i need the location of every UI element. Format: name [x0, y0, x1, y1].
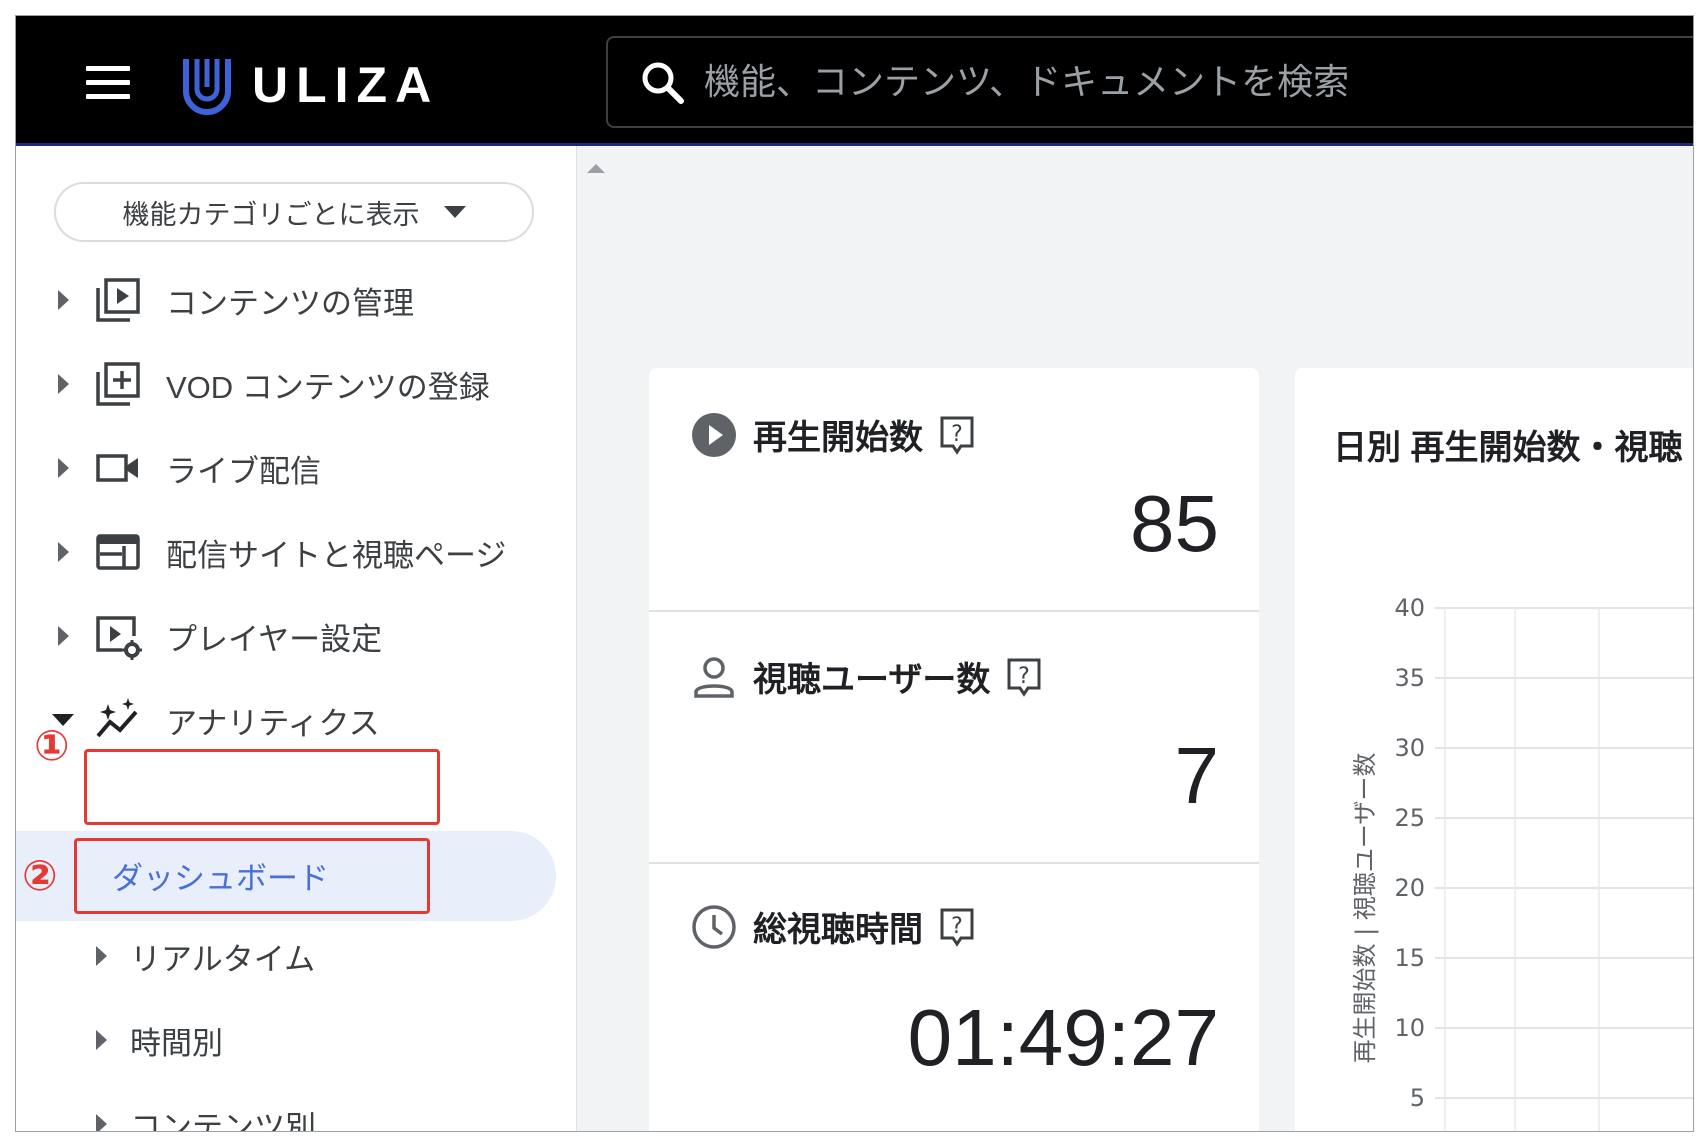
- sidebar-item-content-management[interactable]: コンテンツの管理: [16, 264, 576, 336]
- stat-header: 視聴ユーザー数 ?: [691, 652, 1042, 701]
- sidebar-subitem-label: コンテンツ別: [130, 1109, 316, 1132]
- annotation-box-dashboard: [74, 838, 430, 914]
- sidebar-subitem-hourly[interactable]: 時間別: [16, 1004, 576, 1076]
- sidebar-item-label: プレイヤー設定: [166, 621, 383, 657]
- chart-y-tick-label: 20: [1394, 874, 1425, 902]
- stat-play-starts: 再生開始数 ? 85: [649, 368, 1259, 612]
- category-view-select[interactable]: 機能カテゴリごとに表示: [54, 182, 534, 242]
- sidebar-subitem-label: リアルタイム: [130, 941, 316, 977]
- sidebar-item-analytics[interactable]: アナリティクス: [16, 684, 576, 756]
- search-bar[interactable]: [606, 36, 1693, 128]
- annotation-box-analytics: [84, 749, 440, 825]
- chevron-right-icon: [96, 946, 107, 966]
- uliza-logo-icon: [183, 59, 231, 115]
- stat-value: 01:49:27: [907, 993, 1219, 1082]
- caret-down-icon: [443, 206, 466, 218]
- sidebar-item-label: アナリティクス: [166, 705, 380, 741]
- help-icon[interactable]: ?: [939, 415, 975, 455]
- chart-y-axis-label: 再生開始数 | 視聴ユーザー数: [1351, 753, 1379, 1064]
- category-select-label: 機能カテゴリごとに表示: [122, 199, 420, 230]
- sidebar-subitem-label: 時間別: [130, 1025, 223, 1061]
- sidebar-subitem-realtime[interactable]: リアルタイム: [16, 920, 576, 992]
- sidebar-scrollbar[interactable]: [576, 146, 614, 1131]
- search-icon: [642, 62, 684, 104]
- add-library-icon: [96, 362, 140, 406]
- clock-icon: [692, 904, 736, 949]
- svg-text:?: ?: [1018, 664, 1030, 689]
- player-settings-icon: [96, 616, 142, 660]
- stat-unique-viewers: 視聴ユーザー数 ? 7: [649, 610, 1259, 864]
- summary-card: 再生開始数 ? 85 視聴ユーザー数 ? 7 総視聴時間 ? 01:49:27: [649, 368, 1259, 1131]
- chevron-right-icon: [96, 1030, 107, 1050]
- help-icon[interactable]: ?: [939, 907, 975, 947]
- scroll-up-arrow-icon[interactable]: [587, 164, 605, 173]
- brand-name: ULIZA: [252, 57, 440, 113]
- top-bar: ULIZA: [16, 16, 1693, 146]
- chart-y-tick-label: 15: [1394, 944, 1425, 972]
- sidebar-subitem-by-content[interactable]: コンテンツ別: [16, 1088, 576, 1132]
- chevron-right-icon: [58, 542, 69, 562]
- sidebar-item-label: コンテンツの管理: [166, 285, 414, 321]
- annotation-number-1: ①: [34, 721, 70, 770]
- chevron-right-icon: [58, 458, 69, 478]
- stat-value: 7: [1174, 731, 1220, 820]
- hamburger-menu-icon[interactable]: [86, 66, 130, 100]
- stat-title: 再生開始数: [753, 419, 923, 457]
- daily-chart-card: 日別 再生開始数・視聴 再生開始数 | 視聴ユーザー数 051015202530…: [1295, 368, 1693, 1131]
- stat-value: 85: [1130, 479, 1219, 568]
- chart-y-tick-label: 25: [1394, 804, 1425, 832]
- sidebar-item-label: VOD コンテンツの登録: [166, 369, 490, 405]
- chart-y-tick-label: 10: [1394, 1014, 1425, 1042]
- annotation-number-2: ②: [22, 851, 58, 900]
- svg-text:?: ?: [951, 914, 963, 939]
- daily-line-chart: 再生開始数 | 視聴ユーザー数 0510152025303540: [1351, 594, 1693, 1131]
- stat-total-watch-time: 総視聴時間 ? 01:49:27: [649, 862, 1259, 1131]
- sidebar-item-label: 配信サイトと視聴ページ: [166, 537, 507, 573]
- sidebar-item-live[interactable]: ライブ配信: [16, 432, 576, 504]
- chart-y-tick-label: 35: [1394, 664, 1425, 692]
- sidebar-item-label: ライブ配信: [166, 453, 321, 489]
- sidebar-item-sites-pages[interactable]: 配信サイトと視聴ページ: [16, 516, 576, 588]
- chevron-right-icon: [58, 290, 69, 310]
- main-content: 再生開始数 ? 85 視聴ユーザー数 ? 7 総視聴時間 ? 01:49:27 …: [613, 146, 1693, 1131]
- chevron-right-icon: [58, 374, 69, 394]
- analytics-sparkle-icon: [96, 698, 138, 738]
- chevron-right-icon: [96, 1114, 107, 1131]
- chart-y-tick-label: 30: [1394, 734, 1425, 762]
- chevron-right-icon: [58, 626, 69, 646]
- help-icon[interactable]: ?: [1006, 657, 1042, 697]
- sidebar-item-player-settings[interactable]: プレイヤー設定: [16, 600, 576, 672]
- app-window: ULIZA 機能カテゴリごとに表示 コンテンツの管理: [15, 15, 1694, 1132]
- stat-title: 視聴ユーザー数: [753, 661, 991, 699]
- play-circle-icon: [692, 412, 736, 457]
- search-input[interactable]: [702, 60, 1693, 104]
- sidebar-item-vod-register[interactable]: VOD コンテンツの登録: [16, 348, 576, 420]
- brand-logo[interactable]: ULIZA: [182, 52, 439, 118]
- video-camera-icon: [96, 454, 138, 482]
- svg-text:?: ?: [951, 422, 963, 447]
- stat-header: 再生開始数 ?: [691, 410, 975, 459]
- play-library-icon: [96, 278, 140, 322]
- sidebar: 機能カテゴリごとに表示 コンテンツの管理 VOD コンテンツの登録 ライブ配信 …: [16, 146, 576, 1132]
- stat-header: 総視聴時間 ?: [691, 902, 975, 951]
- person-icon: [694, 656, 734, 698]
- stat-title: 総視聴時間: [753, 911, 923, 949]
- web-page-icon: [96, 534, 140, 570]
- chart-y-tick-label: 40: [1394, 594, 1425, 622]
- chart-y-tick-label: 5: [1410, 1084, 1425, 1112]
